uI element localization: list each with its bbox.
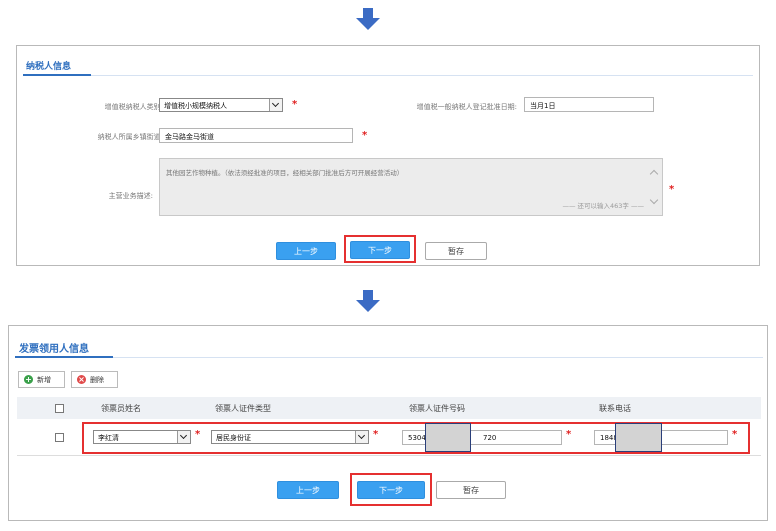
arrow-down-icon <box>356 290 380 312</box>
required-mark: * <box>373 429 379 440</box>
select-all-checkbox[interactable] <box>55 404 64 413</box>
street-field[interactable]: 金马路金马街道 <box>159 128 353 143</box>
panel-title: 纳税人信息 <box>26 62 72 72</box>
vat-reg-date-value: 当月1日 <box>530 102 556 110</box>
next-step-button[interactable]: 下一步 <box>357 481 425 499</box>
delete-button-label: 删除 <box>90 376 104 384</box>
redaction-block <box>615 423 662 452</box>
table-header: 领票员姓名 领票人证件类型 领票人证件号码 联系电话 <box>17 397 761 419</box>
close-icon: × <box>77 375 86 384</box>
required-mark: * <box>669 184 675 195</box>
required-mark: * <box>362 130 368 141</box>
scroll-up-icon[interactable] <box>649 169 659 179</box>
column-header: 联系电话 <box>599 404 631 413</box>
chevron-down-icon[interactable] <box>177 431 190 443</box>
column-header: 领票人证件类型 <box>215 404 271 413</box>
taxpayer-info-panel: 纳税人信息 增值税纳税人类别: 增值税小规模纳税人 * 增值税一般纳税人登记批准… <box>16 45 760 266</box>
recipient-name-value: 李红清 <box>98 434 119 442</box>
column-header: 领票人证件号码 <box>409 404 465 413</box>
char-counter: —— 还可以输入463字 —— <box>562 202 644 210</box>
title-divider <box>113 357 763 358</box>
invoice-recipient-panel: 发票领用人信息 + 新增 × 删除 领票员姓名 领票人证件类型 领票人证件号码 … <box>8 325 768 521</box>
arrow-down-icon <box>356 8 380 30</box>
next-step-button[interactable]: 下一步 <box>350 241 410 259</box>
textarea-scrollbar[interactable] <box>648 159 662 215</box>
chevron-down-icon[interactable] <box>269 99 282 111</box>
recipient-name-select[interactable]: 李红清 <box>93 430 191 444</box>
save-draft-button[interactable]: 暂存 <box>436 481 506 499</box>
required-mark: * <box>195 429 201 440</box>
business-description-textarea[interactable]: 其他园艺作物种植。（依法须经批准的项目，经相关部门批准后方可开展经营活动） ——… <box>159 158 663 216</box>
title-underline <box>23 74 91 76</box>
row-divider <box>17 455 761 456</box>
vat-reg-date-label: 增值税一般纳税人登记批准日期: <box>416 103 517 111</box>
redaction-block <box>425 423 471 452</box>
id-type-value: 居民身份证 <box>216 434 251 442</box>
panel-title: 发票领用人信息 <box>19 344 89 355</box>
vat-category-value: 增值税小规模纳税人 <box>164 102 227 110</box>
scroll-down-icon[interactable] <box>649 195 659 205</box>
vat-category-select[interactable]: 增值税小规模纳税人 <box>159 98 283 112</box>
delete-button[interactable]: × 删除 <box>71 371 118 388</box>
required-mark: * <box>566 429 572 440</box>
vat-category-label: 增值税纳税人类别: <box>104 103 163 111</box>
prev-step-button[interactable]: 上一步 <box>276 242 336 260</box>
chevron-down-icon[interactable] <box>355 431 368 443</box>
required-mark: * <box>732 429 738 440</box>
street-label: 纳税人所属乡镇街道: <box>97 133 163 141</box>
street-value: 金马路金马街道 <box>165 133 214 141</box>
required-mark: * <box>292 99 298 110</box>
title-divider <box>91 75 753 76</box>
add-button-label: 新增 <box>37 376 51 384</box>
add-button[interactable]: + 新增 <box>18 371 65 388</box>
column-header: 领票员姓名 <box>101 404 141 413</box>
id-number-suffix: 720 <box>483 434 497 442</box>
vat-reg-date-field[interactable]: 当月1日 <box>524 97 654 112</box>
prev-step-button[interactable]: 上一步 <box>277 481 339 499</box>
title-underline <box>15 356 113 358</box>
id-type-select[interactable]: 居民身份证 <box>211 430 369 444</box>
id-number-prefix: 5304 <box>408 434 426 442</box>
business-description-label: 主营业务描述: <box>108 192 153 200</box>
plus-icon: + <box>24 375 33 384</box>
business-description-value: 其他园艺作物种植。（依法须经批准的项目，经相关部门批准后方可开展经营活动） <box>166 169 404 177</box>
save-draft-button[interactable]: 暂存 <box>425 242 487 260</box>
row-checkbox[interactable] <box>55 433 64 442</box>
